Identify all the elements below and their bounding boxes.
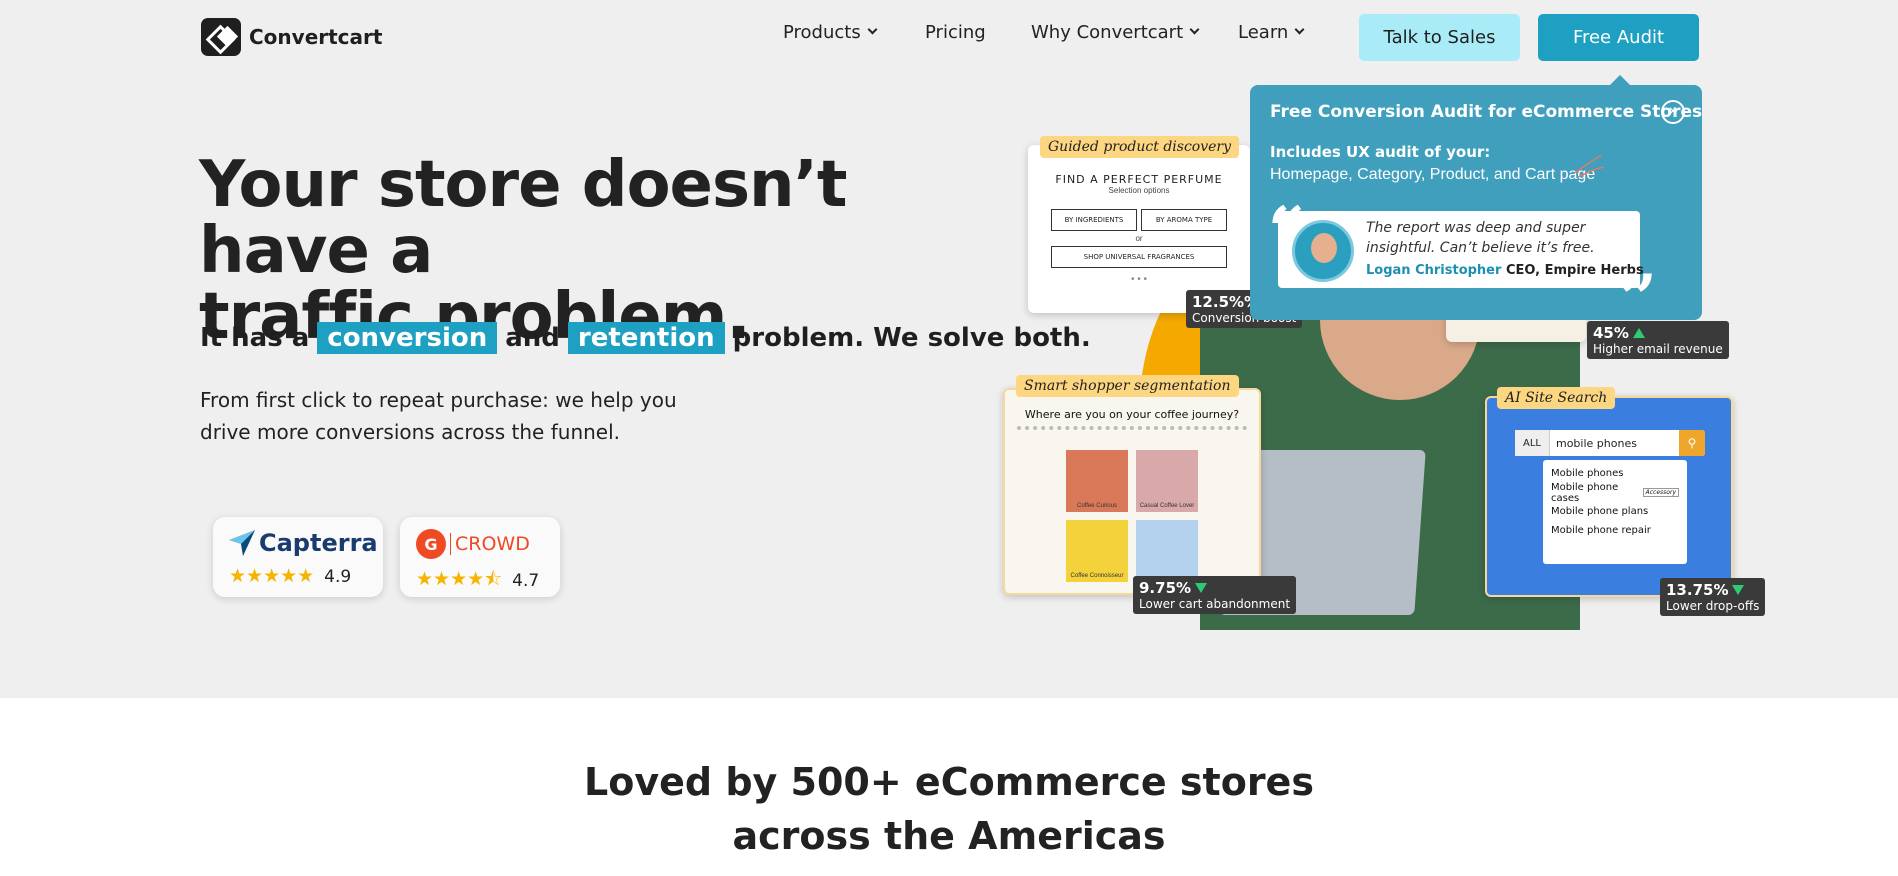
stat-value: 13.75%: [1666, 581, 1729, 599]
rating-score: 4.9: [324, 566, 352, 587]
aroma-option[interactable]: BY AROMA TYPE: [1141, 209, 1227, 231]
testimonial-author: Logan Christopher CEO, Empire Herbs: [1366, 263, 1644, 278]
ai-site-search-card: ALL mobile phones ⚲ Mobile phones Mobile…: [1485, 396, 1733, 597]
chevron-down-icon: [867, 24, 878, 35]
rating-score: 4.7: [512, 571, 540, 591]
quiz-option-tile[interactable]: Casual Coffee Lover: [1136, 450, 1198, 512]
free-audit-popup[interactable]: Free Conversion Audit for eCommerce Stor…: [1250, 75, 1703, 331]
drop-offs-stat: 13.75% Lower drop-offs: [1660, 578, 1766, 616]
free-audit-button[interactable]: Free Audit: [1538, 14, 1699, 61]
highlight-conversion: conversion: [317, 322, 498, 354]
logo-icon: [201, 18, 241, 56]
hero-description: From first click to repeat purchase: we …: [200, 384, 720, 448]
smart-shopper-card: Where are you on your coffee journey? Co…: [1003, 388, 1261, 595]
avatar: [1292, 220, 1354, 282]
stat-label: Lower drop-offs: [1666, 599, 1760, 613]
cart-abandonment-stat: 9.75% Lower cart abandonment: [1133, 576, 1297, 614]
arrow-down-icon: [1732, 585, 1745, 595]
suggestion-text: Mobile phone cases: [1551, 481, 1619, 504]
capterra-rating-card[interactable]: Capterra ★★★★★ 4.9: [213, 517, 383, 597]
nav-label: Why Convertcart: [1031, 22, 1184, 43]
nav-pricing[interactable]: Pricing: [925, 22, 986, 43]
author-name: Logan Christopher: [1366, 263, 1502, 278]
perfume-subtitle: Selection options: [1108, 186, 1170, 195]
nav-learn[interactable]: Learn: [1238, 22, 1305, 43]
quiz-title: Where are you on your coffee journey?: [1024, 408, 1240, 421]
talk-to-sales-button[interactable]: Talk to Sales: [1359, 14, 1520, 61]
star-rating: ★★★★★ 4.9: [229, 565, 351, 588]
hero-headline: Your store doesn’t have a traffic proble…: [199, 152, 999, 350]
g2-crowd-rating-card[interactable]: G CROWD ★★★★⯪ 4.7: [400, 517, 560, 597]
quote-close-icon: ”: [1620, 261, 1657, 336]
smart-segmentation-tag: Smart shopper segmentation: [1016, 375, 1239, 397]
stat-value: 9.75%: [1139, 579, 1192, 597]
stat-label: Lower cart abandonment: [1139, 597, 1291, 611]
g2-crowd-logo: G CROWD: [416, 529, 530, 559]
nav-label: Learn: [1238, 22, 1289, 43]
popup-title: Free Conversion Audit for eCommerce Stor…: [1270, 102, 1703, 122]
guided-discovery-tag: Guided product discovery: [1040, 136, 1240, 158]
suggestion-text: Mobile phone plans: [1551, 506, 1649, 517]
scope-select[interactable]: ALL: [1515, 430, 1550, 456]
pagination-dots: • • •: [1130, 274, 1148, 285]
nav-why-convertcart[interactable]: Why Convertcart: [1031, 22, 1200, 43]
headline-line: Your store doesn’t have a: [199, 148, 848, 288]
suggestion-item[interactable]: Mobile phones: [1551, 464, 1679, 483]
close-icon[interactable]: ×: [1661, 100, 1685, 124]
suggestion-item[interactable]: Mobile phone repair: [1551, 521, 1679, 540]
search-bar[interactable]: ALL mobile phones ⚲: [1515, 430, 1705, 456]
suggestion-text: Mobile phone repair: [1551, 525, 1651, 536]
brand-text: Capterra: [259, 529, 378, 557]
star-icon: ★★★★⯪: [416, 569, 503, 590]
popup-includes: Includes UX audit of your:: [1270, 143, 1491, 161]
suggestion-item[interactable]: Mobile phone plans: [1551, 502, 1679, 521]
star-rating: ★★★★⯪ 4.7: [416, 565, 539, 597]
popup-pages: Homepage, Category, Product, and Cart pa…: [1270, 166, 1596, 183]
hero-subheadline: It has a conversion and retention proble…: [200, 322, 1091, 354]
sub-text: and: [505, 323, 560, 353]
sub-text: problem. We solve both.: [732, 323, 1091, 353]
brand-text: CROWD: [450, 533, 530, 555]
nav-label: Pricing: [925, 22, 986, 43]
chevron-down-icon: [1294, 24, 1305, 35]
heading-line: across the Americas: [732, 814, 1166, 858]
star-icon: ★★★★★: [229, 566, 315, 587]
brand-name: Convertcart: [249, 25, 383, 49]
nav-label: Products: [783, 22, 861, 43]
section-heading: Loved by 500+ eCommerce stores across th…: [0, 755, 1898, 863]
sub-text: It has a: [200, 323, 310, 353]
guided-discovery-card: FIND A PERFECT PERFUME Selection options…: [1028, 145, 1250, 313]
search-input[interactable]: mobile phones: [1550, 437, 1679, 450]
testimonial-quote: The report was deep and super insightful…: [1366, 220, 1595, 256]
suggestion-text: Mobile phones: [1551, 468, 1624, 479]
quiz-option-tile[interactable]: [1136, 520, 1198, 582]
g2-icon: G: [416, 529, 446, 559]
squiggle-icon: [1573, 154, 1605, 178]
search-icon[interactable]: ⚲: [1679, 430, 1705, 456]
quiz-option-tile[interactable]: Coffee Connoisseur: [1066, 520, 1128, 582]
arrow-down-icon: [1195, 583, 1208, 593]
highlight-retention: retention: [567, 322, 725, 354]
desc-line: From first click to repeat purchase: we …: [200, 388, 677, 412]
brand-logo[interactable]: Convertcart: [201, 18, 382, 56]
universal-fragrances-option[interactable]: SHOP UNIVERSAL FRAGRANCES: [1051, 246, 1227, 268]
suggestion-item[interactable]: Mobile phone cases Accessory: [1551, 481, 1679, 504]
ai-site-search-tag: AI Site Search: [1497, 387, 1616, 409]
ingredients-option[interactable]: BY INGREDIENTS: [1051, 209, 1137, 231]
perfume-title: FIND A PERFECT PERFUME: [1055, 173, 1223, 186]
email-revenue-stat: 45% Higher email revenue: [1587, 321, 1729, 359]
suggestion-badge: Accessory: [1642, 488, 1679, 497]
quiz-description: [1017, 426, 1247, 430]
testimonial-box: The report was deep and super insightful…: [1278, 211, 1644, 288]
capterra-arrow-icon: [229, 530, 255, 556]
stat-label: Higher email revenue: [1593, 342, 1723, 356]
or-divider: or: [1135, 234, 1143, 243]
search-suggestions: Mobile phones Mobile phone cases Accessor…: [1543, 460, 1687, 564]
heading-line: Loved by 500+ eCommerce stores: [584, 760, 1314, 804]
chevron-down-icon: [1189, 24, 1200, 35]
quiz-option-tile[interactable]: Coffee Curious: [1066, 450, 1128, 512]
nav-products[interactable]: Products: [783, 22, 878, 43]
desc-line: drive more conversions across the funnel…: [200, 420, 621, 444]
capterra-logo: Capterra: [229, 529, 378, 557]
